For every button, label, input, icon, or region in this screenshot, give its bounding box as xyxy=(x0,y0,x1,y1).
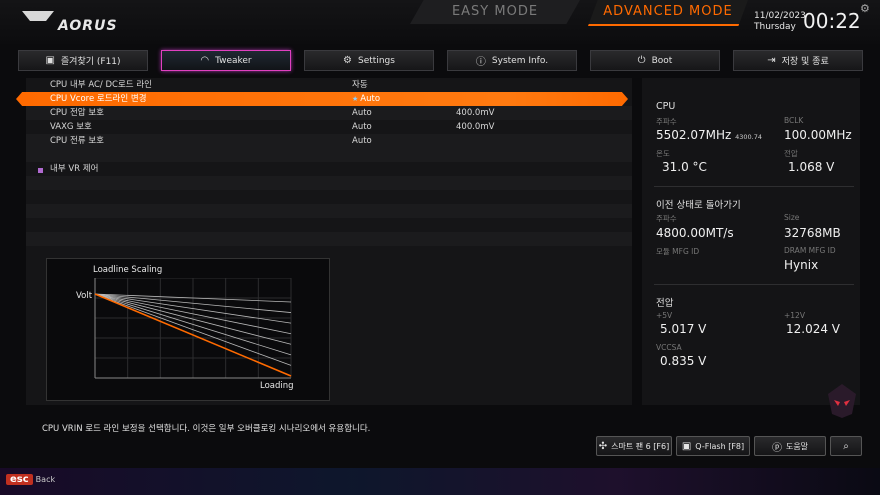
mem-freq-label: 주파수 xyxy=(656,214,677,223)
voltage-heading: 전압 xyxy=(656,298,674,309)
search-icon: ⌕ xyxy=(843,440,849,452)
dram-mfg-label: DRAM MFG ID xyxy=(784,246,836,255)
gauge-icon: ◠ xyxy=(200,55,210,66)
tab-tweaker[interactable]: ◠ Tweaker xyxy=(161,50,291,71)
aorus-logo: AORUS xyxy=(22,11,118,34)
info-icon: ⓘ xyxy=(475,57,486,68)
setting-row-cpu-voltage-protection[interactable]: CPU 전압 보호 Auto 400.0mV xyxy=(26,106,632,120)
v12-value: 12.024 V xyxy=(786,322,841,336)
blank-row xyxy=(26,176,632,190)
blank-row xyxy=(26,204,632,218)
exit-icon: ⇥ xyxy=(767,55,776,66)
favorite-star-icon: ★ xyxy=(352,95,359,103)
clock: 00:22 xyxy=(803,9,861,33)
esc-back-button[interactable]: esc Back xyxy=(6,474,55,485)
gear-icon[interactable]: ⚙ xyxy=(860,2,870,15)
vccsa-value: 0.835 V xyxy=(660,354,707,368)
memory-heading: 이전 상태로 돌아가기 xyxy=(656,200,741,211)
setting-row-ac-dc-loadline[interactable]: CPU 내부 AC/ DC로드 라인 자동 xyxy=(26,78,632,92)
tab-settings[interactable]: ⚙ Settings xyxy=(304,50,434,71)
chart-title: Loadline Scaling xyxy=(93,265,163,275)
aorus-mascot-icon xyxy=(828,384,856,418)
v12-label: +12V xyxy=(784,311,805,320)
smart-fan-button[interactable]: ✣ 스마트 팬 6 [F6] xyxy=(596,436,672,456)
cpu-volt-label: 전압 xyxy=(784,149,798,158)
aorus-wing-icon xyxy=(22,11,54,31)
module-mfg-label: 모듈 MFG ID xyxy=(656,247,700,256)
tab-system-info[interactable]: ⓘ System Info. xyxy=(447,50,577,71)
bclk-label: BCLK xyxy=(784,116,804,125)
blank-row xyxy=(26,148,632,162)
favorite-icon: ▣ xyxy=(45,55,55,66)
mem-size-value: 32768MB xyxy=(784,226,841,240)
chart-x-label: Loading xyxy=(260,381,294,391)
chart-plot xyxy=(94,278,292,379)
divider xyxy=(654,186,854,187)
cpu-temp-label: 온도 xyxy=(656,149,670,158)
tab-favorites[interactable]: ▣ 즐겨찾기 (F11) xyxy=(18,50,148,71)
cpu-heading: CPU xyxy=(656,101,676,112)
help-text: CPU VRIN 로드 라인 보정을 선택합니다. 이것은 일부 오버클로킹 시… xyxy=(42,424,371,434)
cpu-freq-label: 주파수 xyxy=(656,117,677,126)
blank-row xyxy=(26,232,632,246)
mem-freq-value: 4800.00MT/s xyxy=(656,226,734,240)
gear-icon: ⚙ xyxy=(343,55,353,66)
vccsa-label: VCCSA xyxy=(656,343,682,352)
v5-label: +5V xyxy=(656,311,673,320)
cpu-temp-value: 31.0 °C xyxy=(662,160,707,174)
tab-boot[interactable]: ⏻ Boot xyxy=(590,50,720,71)
setting-row-vaxg-protection[interactable]: VAXG 보호 Auto 400.0mV xyxy=(26,120,632,134)
bottom-bar xyxy=(0,468,880,495)
cpu-volt-value: 1.068 V xyxy=(788,160,835,174)
divider xyxy=(654,284,854,285)
search-button[interactable]: ⌕ xyxy=(830,436,862,456)
date-display: 11/02/2023 Thursday xyxy=(754,11,806,32)
help-button[interactable]: ⓟ 도움말 xyxy=(754,436,826,456)
easy-mode-tab[interactable]: EASY MODE xyxy=(410,0,580,24)
qflash-button[interactable]: ▣ Q-Flash [F8] xyxy=(676,436,750,456)
chart-y-label: Volt xyxy=(76,291,93,301)
setting-row-vcore-loadline[interactable]: CPU Vcore 로드라인 변경 ★ Auto xyxy=(26,92,632,106)
submenu-icon xyxy=(38,168,43,173)
flash-icon: ▣ xyxy=(681,440,692,452)
help-icon: ⓟ xyxy=(771,442,782,454)
dram-mfg-value: Hynix xyxy=(784,258,819,272)
setting-row-cpu-current-protection[interactable]: CPU 전류 보호 Auto xyxy=(26,134,632,148)
tab-save-exit[interactable]: ⇥ 저장 및 종료 xyxy=(733,50,863,71)
mem-size-label: Size xyxy=(784,213,800,222)
advanced-mode-tab[interactable]: ADVANCED MODE xyxy=(588,0,748,26)
setting-row-internal-vr[interactable]: 내부 VR 제어 xyxy=(26,162,632,176)
v5-value: 5.017 V xyxy=(660,322,707,336)
power-icon: ⏻ xyxy=(637,55,646,66)
bclk-value: 100.00MHz xyxy=(784,128,852,142)
cpu-freq-value: 5502.07MHz 4300.74 xyxy=(656,128,763,142)
fan-icon: ✣ xyxy=(598,440,608,452)
